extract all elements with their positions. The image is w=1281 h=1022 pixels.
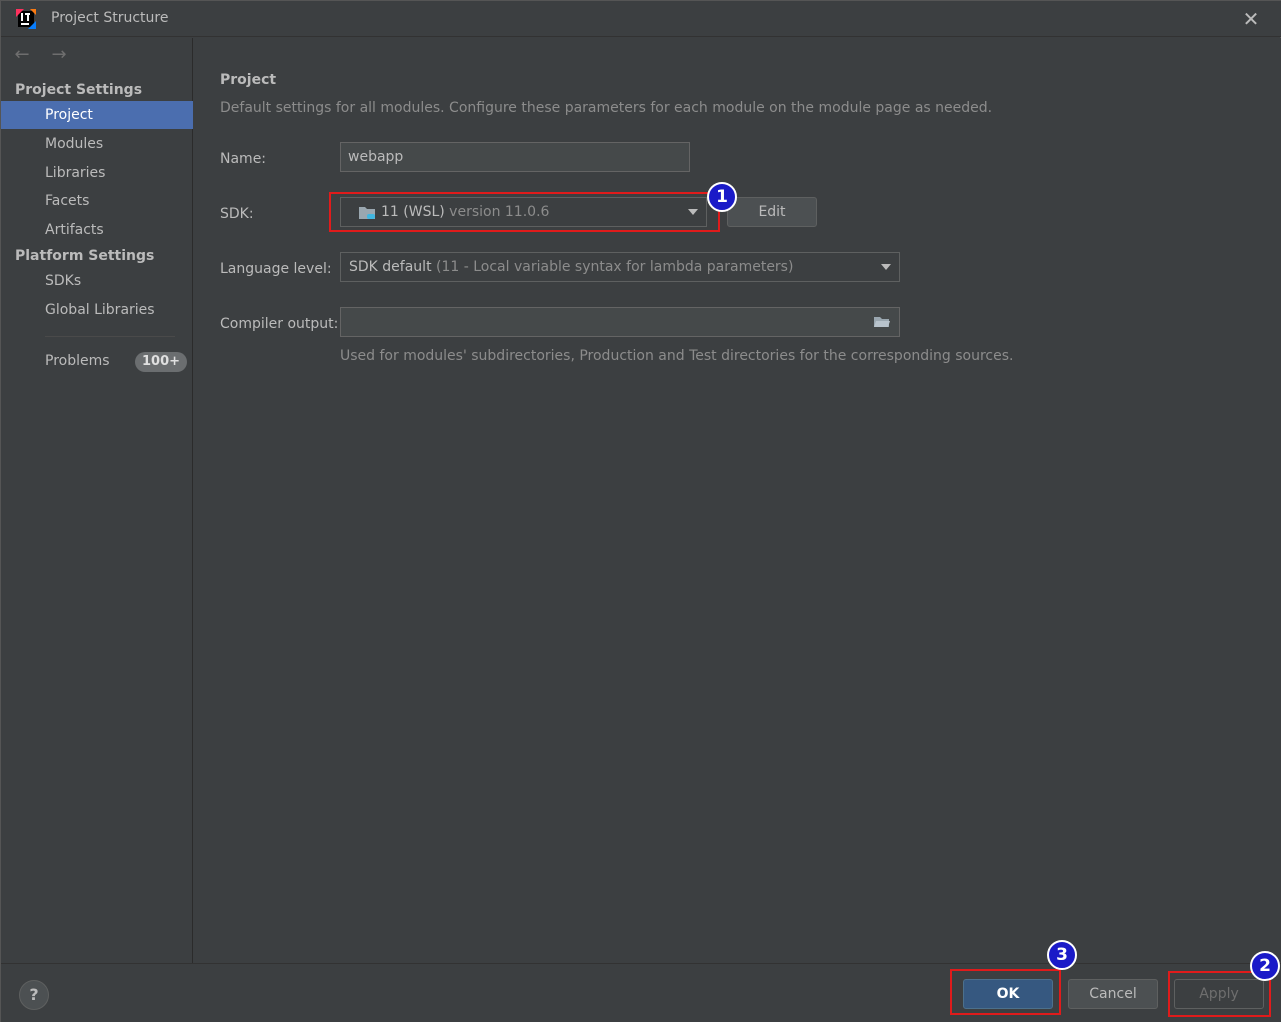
- title-bar: Project Structure ✕: [1, 1, 1281, 37]
- annotation-marker-2: 2: [1250, 951, 1280, 981]
- project-settings-header: Project Settings: [15, 82, 143, 98]
- cancel-button[interactable]: Cancel: [1068, 979, 1158, 1009]
- intellij-logo-icon: [16, 9, 36, 29]
- annotation-marker-1: 1: [707, 182, 737, 212]
- sidebar-item-problems[interactable]: Problems 100+: [1, 347, 193, 375]
- sdk-folder-icon: [359, 207, 375, 219]
- page-description: Default settings for all modules. Config…: [220, 100, 993, 116]
- sidebar-item-libraries[interactable]: Libraries: [1, 159, 193, 187]
- name-field[interactable]: webapp: [340, 142, 690, 172]
- sdk-version: version 11.0.6: [449, 204, 550, 220]
- sidebar-divider: [45, 336, 175, 337]
- sidebar-item-sdks[interactable]: SDKs: [1, 267, 193, 295]
- help-button[interactable]: ?: [19, 980, 49, 1010]
- language-level-dropdown[interactable]: SDK default (11 - Local variable syntax …: [340, 252, 900, 282]
- nav-arrows: ← →: [11, 44, 80, 66]
- sdk-name: 11 (WSL): [381, 204, 445, 220]
- close-icon[interactable]: ✕: [1239, 7, 1263, 31]
- folder-open-icon[interactable]: [873, 314, 891, 330]
- language-level-detail: (11 - Local variable syntax for lambda p…: [436, 259, 794, 275]
- platform-settings-header: Platform Settings: [15, 248, 155, 264]
- apply-button[interactable]: Apply: [1174, 979, 1264, 1009]
- main-panel: Project Default settings for all modules…: [194, 38, 1281, 963]
- sidebar-item-global-libraries[interactable]: Global Libraries: [1, 296, 193, 324]
- compiler-output-hint: Used for modules' subdirectories, Produc…: [340, 348, 1014, 364]
- annotation-marker-3: 3: [1047, 940, 1077, 970]
- window-title: Project Structure: [51, 10, 169, 26]
- language-level-value: SDK default: [349, 259, 432, 275]
- sidebar-item-facets[interactable]: Facets: [1, 187, 193, 215]
- ok-button[interactable]: OK: [963, 979, 1053, 1009]
- sdk-label: SDK:: [220, 206, 254, 222]
- back-arrow-icon[interactable]: ←: [11, 44, 33, 66]
- sidebar-item-modules[interactable]: Modules: [1, 130, 193, 158]
- problems-count-badge: 100+: [135, 352, 188, 372]
- compiler-output-label: Compiler output:: [220, 316, 339, 332]
- problems-label: Problems: [45, 353, 110, 369]
- language-level-label: Language level:: [220, 261, 332, 277]
- project-structure-dialog: Project Structure ✕ ← → Project Settings…: [0, 0, 1281, 1022]
- sdk-dropdown[interactable]: 11 (WSL) version 11.0.6: [340, 197, 707, 227]
- sidebar-item-artifacts[interactable]: Artifacts: [1, 216, 193, 244]
- dialog-footer: ? OK Cancel Apply: [1, 963, 1281, 1022]
- edit-sdk-button[interactable]: Edit: [727, 197, 817, 227]
- chevron-down-icon: [688, 209, 698, 215]
- name-label: Name:: [220, 151, 267, 167]
- sidebar: ← → Project Settings Project Modules Lib…: [1, 38, 193, 963]
- forward-arrow-icon[interactable]: →: [48, 44, 70, 66]
- sidebar-item-project[interactable]: Project: [1, 101, 193, 129]
- compiler-output-field[interactable]: [340, 307, 900, 337]
- page-title: Project: [220, 72, 277, 88]
- chevron-down-icon: [881, 264, 891, 270]
